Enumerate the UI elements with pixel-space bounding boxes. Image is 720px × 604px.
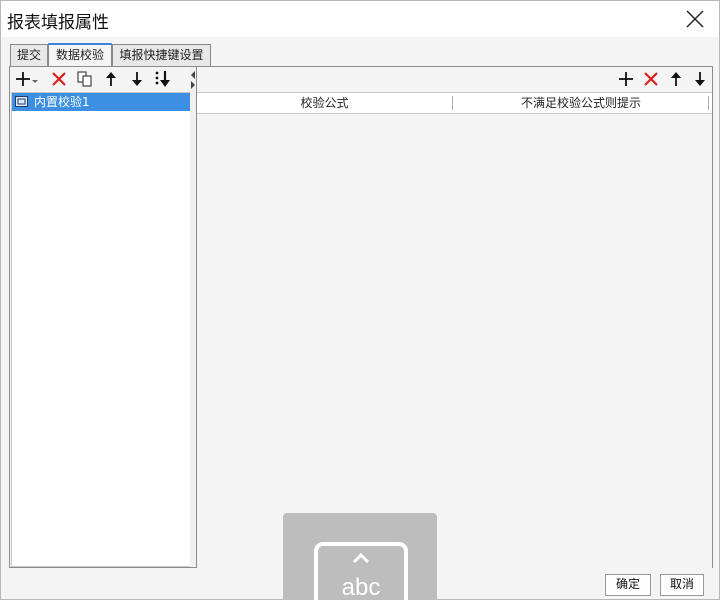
add-icon[interactable] bbox=[617, 70, 635, 88]
pane-splitter[interactable] bbox=[190, 67, 197, 567]
right-toolbar bbox=[197, 67, 712, 91]
dropdown-icon[interactable] bbox=[31, 70, 39, 88]
close-icon[interactable] bbox=[685, 9, 705, 29]
move-bottom-icon[interactable] bbox=[154, 70, 172, 88]
ime-mode-indicator: abc bbox=[283, 513, 437, 604]
cancel-button[interactable]: 取消 bbox=[660, 574, 704, 596]
move-down-icon[interactable] bbox=[128, 70, 146, 88]
validation-formula-pane: 校验公式 不满足校验公式则提示 bbox=[197, 67, 712, 568]
tab-data-validation[interactable]: 数据校验 bbox=[48, 43, 112, 67]
tab-fill-shortcut-settings[interactable]: 填报快捷键设置 bbox=[112, 44, 211, 66]
list-item-label: 内置校验1 bbox=[34, 95, 90, 109]
validation-item-icon bbox=[15, 96, 28, 107]
copy-icon[interactable] bbox=[76, 70, 94, 88]
move-down-icon[interactable] bbox=[691, 70, 709, 88]
dialog-title: 报表填报属性 bbox=[7, 13, 109, 33]
delete-icon[interactable] bbox=[50, 70, 68, 88]
caret-up-icon bbox=[352, 552, 370, 564]
add-icon[interactable] bbox=[14, 70, 32, 88]
column-header-failure-message[interactable]: 不满足校验公式则提示 bbox=[453, 93, 709, 113]
list-item[interactable]: 内置校验1 bbox=[12, 93, 190, 111]
left-toolbar bbox=[10, 67, 190, 91]
move-up-icon[interactable] bbox=[102, 70, 120, 88]
confirm-button[interactable]: 确定 bbox=[605, 574, 651, 596]
move-up-icon[interactable] bbox=[667, 70, 685, 88]
title-bar: 报表填报属性 bbox=[1, 1, 719, 37]
keyboard-key-icon: abc bbox=[314, 542, 408, 604]
ime-mode-text: abc bbox=[341, 574, 381, 601]
validation-formula-table[interactable]: 校验公式 不满足校验公式则提示 bbox=[197, 92, 712, 568]
column-header-formula[interactable]: 校验公式 bbox=[197, 93, 452, 113]
table-header: 校验公式 不满足校验公式则提示 bbox=[197, 93, 712, 114]
delete-icon[interactable] bbox=[642, 70, 660, 88]
validation-list[interactable]: 内置校验1 bbox=[11, 92, 191, 567]
validation-list-pane: 内置校验1 bbox=[10, 67, 191, 567]
tab-content-panel: 内置校验1 校验公式 不满足校验公式则提示 bbox=[9, 66, 713, 568]
column-divider bbox=[708, 96, 709, 110]
tab-submit[interactable]: 提交 bbox=[10, 44, 48, 66]
report-fill-properties-dialog: 报表填报属性 提交 数据校验 填报快捷键设置 内置校验1 校验公式 不满足校验公… bbox=[0, 0, 720, 600]
splitter-arrows-icon[interactable] bbox=[190, 69, 196, 91]
